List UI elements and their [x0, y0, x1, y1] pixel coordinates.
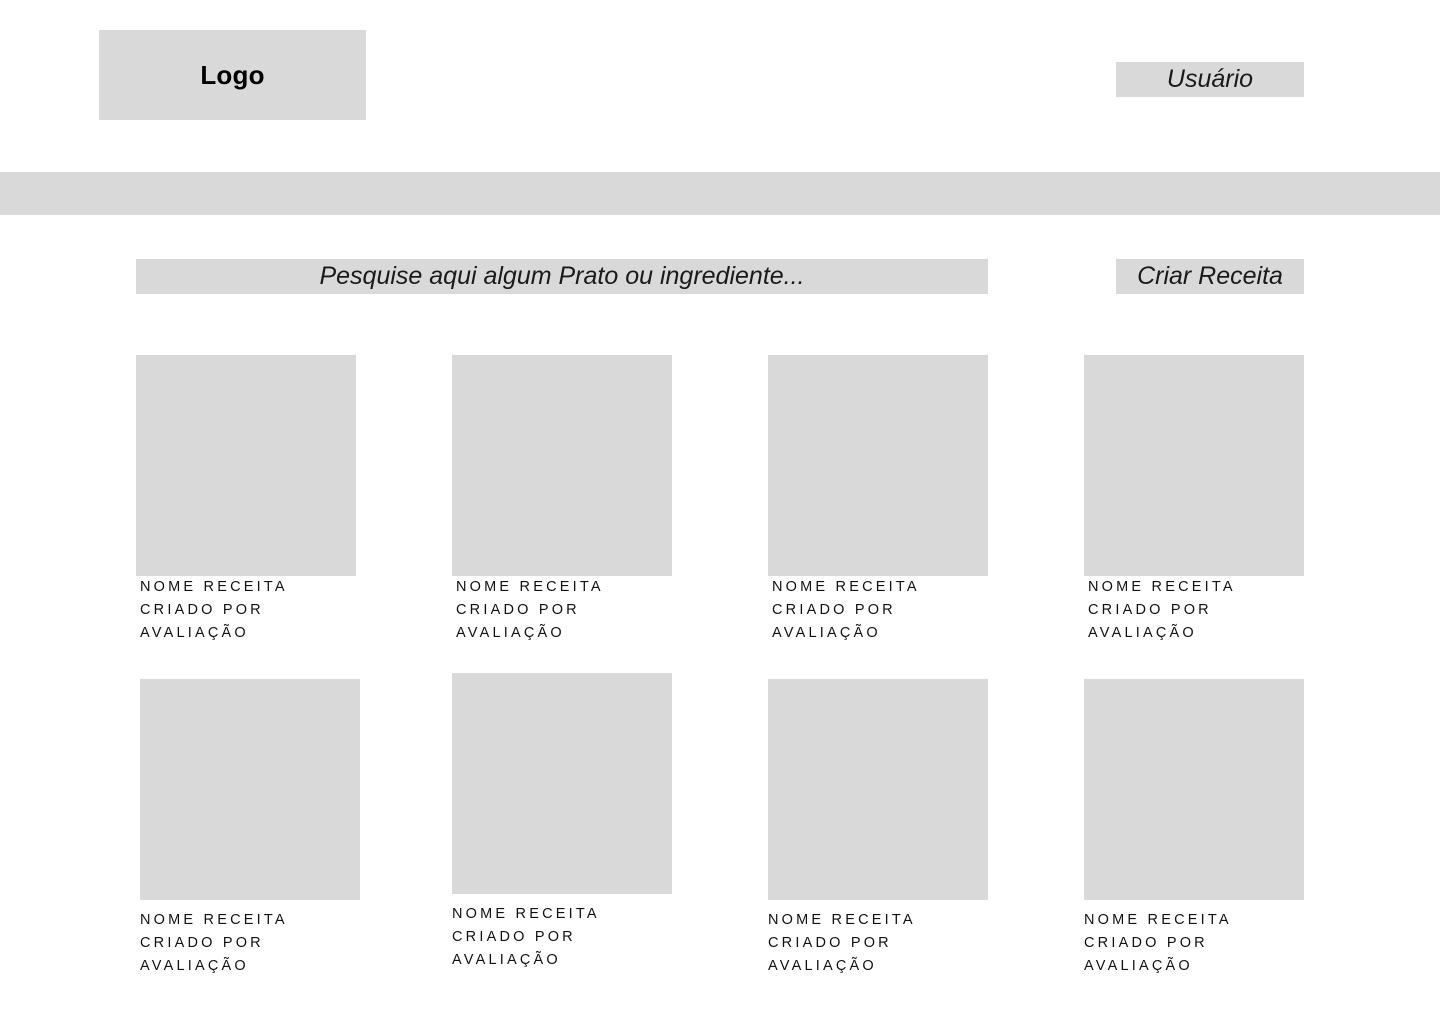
- search-input[interactable]: Pesquise aqui algum Prato ou ingrediente…: [136, 259, 988, 294]
- recipe-author: CRIADO POR: [768, 935, 892, 951]
- recipe-image[interactable]: [140, 679, 360, 900]
- user-menu-button[interactable]: Usuário: [1116, 62, 1304, 97]
- recipe-rating: AVALIAÇÃO: [1084, 958, 1193, 974]
- recipe-author: CRIADO POR: [140, 935, 264, 951]
- recipe-info: NOME RECEITA CRIADO POR AVALIAÇÃO: [1088, 576, 1236, 645]
- recipe-author: CRIADO POR: [140, 602, 264, 618]
- recipe-image[interactable]: [768, 679, 988, 900]
- logo[interactable]: Logo: [99, 30, 366, 120]
- recipe-rating: AVALIAÇÃO: [772, 625, 881, 641]
- navigation-bar: [0, 172, 1440, 215]
- recipe-rating: AVALIAÇÃO: [140, 958, 249, 974]
- recipe-info: NOME RECEITA CRIADO POR AVALIAÇÃO: [140, 576, 288, 645]
- recipe-info: NOME RECEITA CRIADO POR AVALIAÇÃO: [452, 903, 600, 972]
- recipe-info: NOME RECEITA CRIADO POR AVALIAÇÃO: [1084, 909, 1232, 978]
- logo-text: Logo: [200, 59, 265, 90]
- recipe-image[interactable]: [768, 355, 988, 576]
- recipe-info: NOME RECEITA CRIADO POR AVALIAÇÃO: [768, 909, 916, 978]
- recipe-rating: AVALIAÇÃO: [140, 625, 249, 641]
- recipe-image[interactable]: [452, 355, 672, 576]
- create-recipe-button[interactable]: Criar Receita: [1116, 259, 1304, 294]
- recipe-name[interactable]: NOME RECEITA: [772, 576, 920, 599]
- recipe-info: NOME RECEITA CRIADO POR AVALIAÇÃO: [456, 576, 604, 645]
- recipe-image[interactable]: [1084, 355, 1304, 576]
- recipe-name[interactable]: NOME RECEITA: [1084, 909, 1232, 932]
- recipe-author: CRIADO POR: [1088, 602, 1212, 618]
- recipe-rating: AVALIAÇÃO: [1088, 625, 1197, 641]
- recipe-author: CRIADO POR: [456, 602, 580, 618]
- recipe-rating: AVALIAÇÃO: [452, 952, 561, 968]
- recipe-name[interactable]: NOME RECEITA: [140, 576, 288, 599]
- search-placeholder: Pesquise aqui algum Prato ou ingrediente…: [319, 262, 805, 290]
- recipe-info: NOME RECEITA CRIADO POR AVALIAÇÃO: [772, 576, 920, 645]
- recipe-name[interactable]: NOME RECEITA: [140, 909, 288, 932]
- recipe-name[interactable]: NOME RECEITA: [1088, 576, 1236, 599]
- recipe-image[interactable]: [1084, 679, 1304, 900]
- recipe-author: CRIADO POR: [1084, 935, 1208, 951]
- recipe-author: CRIADO POR: [452, 929, 576, 945]
- recipe-name[interactable]: NOME RECEITA: [456, 576, 604, 599]
- user-label: Usuário: [1166, 65, 1254, 93]
- recipe-info: NOME RECEITA CRIADO POR AVALIAÇÃO: [140, 909, 288, 978]
- recipe-image[interactable]: [452, 673, 672, 894]
- recipe-name[interactable]: NOME RECEITA: [768, 909, 916, 932]
- recipe-rating: AVALIAÇÃO: [456, 625, 565, 641]
- create-recipe-label: Criar Receita: [1137, 262, 1283, 290]
- recipe-image[interactable]: [136, 355, 356, 576]
- recipe-rating: AVALIAÇÃO: [768, 958, 877, 974]
- recipe-name[interactable]: NOME RECEITA: [452, 903, 600, 926]
- recipe-author: CRIADO POR: [772, 602, 896, 618]
